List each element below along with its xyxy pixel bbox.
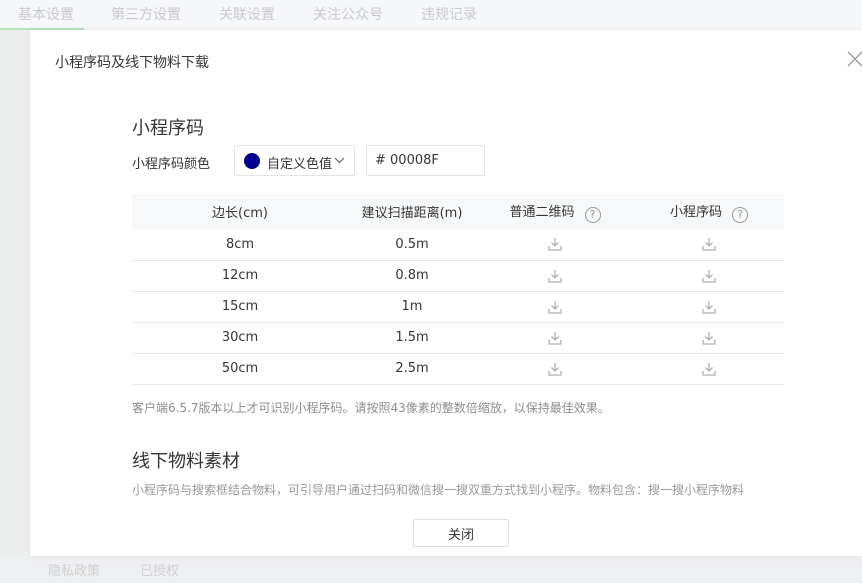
help-icon[interactable]: ? (732, 206, 748, 223)
chevron-down-icon (334, 157, 345, 164)
table-row: 30cm 1.5m (132, 322, 784, 354)
col-side-length: 边长(cm) (132, 194, 348, 229)
qrcode-download-dialog: 小程序码及线下物料下载 小程序码 小程序码颜色 自定义色值 边长(cm) 建议扫… (30, 30, 862, 556)
qr-color-label: 小程序码颜色 (132, 157, 211, 172)
cell-distance: 2.5m (348, 353, 476, 385)
cell-distance: 1.5m (348, 322, 476, 354)
color-hex-input[interactable] (366, 145, 485, 176)
cell-size: 12cm (132, 260, 348, 292)
table-header-row: 边长(cm) 建议扫描距离(m) 普通二维码? 小程序码? (132, 194, 784, 229)
qr-download-table: 边长(cm) 建议扫描距离(m) 普通二维码? 小程序码? 8cm 0.5m 1… (132, 194, 784, 385)
dialog-title: 小程序码及线下物料下载 (55, 55, 209, 71)
table-row: 12cm 0.8m (132, 260, 784, 292)
table-row: 8cm 0.5m (132, 229, 784, 261)
help-icon[interactable]: ? (584, 206, 601, 223)
download-icon[interactable] (548, 269, 562, 283)
download-icon[interactable] (702, 300, 716, 314)
cell-size: 50cm (132, 353, 348, 385)
color-select-value: 自定义色值 (267, 157, 333, 172)
cell-size: 8cm (132, 229, 348, 261)
cell-size: 15cm (132, 291, 348, 323)
tab-third-party-settings[interactable]: 第三方设置 (111, 4, 181, 24)
download-icon[interactable] (702, 237, 716, 251)
download-icon[interactable] (702, 331, 716, 345)
col-mini-program-code: 小程序码? (634, 194, 784, 229)
offline-section-title: 线下物料素材 (132, 451, 240, 472)
close-icon[interactable] (846, 50, 862, 70)
qr-version-note: 客户端6.5.7版本以上才可识别小程序码。请按照43像素的整数倍缩放，以保持最佳… (132, 401, 610, 415)
tab-violation-records[interactable]: 违规记录 (421, 4, 477, 24)
cell-distance: 0.8m (348, 260, 476, 292)
background-tab-bar: 基本设置 第三方设置 关联设置 关注公众号 违规记录 (0, 0, 862, 30)
col-scan-distance: 建议扫描距离(m) (348, 194, 476, 229)
tab-basic-settings[interactable]: 基本设置 (18, 4, 74, 24)
tab-association-settings[interactable]: 关联设置 (219, 4, 275, 24)
download-icon[interactable] (548, 237, 562, 251)
col-normal-qr: 普通二维码? (476, 194, 634, 229)
qr-color-select[interactable]: 自定义色值 (234, 145, 355, 176)
cell-distance: 0.5m (348, 229, 476, 261)
table-row: 15cm 1m (132, 291, 784, 323)
cell-distance: 1m (348, 291, 476, 323)
download-icon[interactable] (702, 362, 716, 376)
download-icon[interactable] (548, 300, 562, 314)
qr-section-title: 小程序码 (132, 118, 204, 139)
download-icon[interactable] (702, 269, 716, 283)
table-row: 50cm 2.5m (132, 353, 784, 385)
close-button[interactable]: 关闭 (413, 519, 509, 547)
background-footer: 隐私政策 已授权 (0, 556, 862, 583)
footer-privacy-policy: 隐私政策 (48, 564, 101, 579)
cell-size: 30cm (132, 322, 348, 354)
download-icon[interactable] (548, 331, 562, 345)
tab-follow-official-account[interactable]: 关注公众号 (313, 4, 383, 24)
background-left-strip (0, 30, 30, 583)
offline-section-desc: 小程序码与搜索框结合物料，可引导用户通过扫码和微信搜一搜双重方式找到小程序。物料… (132, 483, 745, 497)
download-icon[interactable] (548, 362, 562, 376)
color-swatch (244, 153, 260, 169)
footer-authorized: 已授权 (140, 564, 180, 579)
